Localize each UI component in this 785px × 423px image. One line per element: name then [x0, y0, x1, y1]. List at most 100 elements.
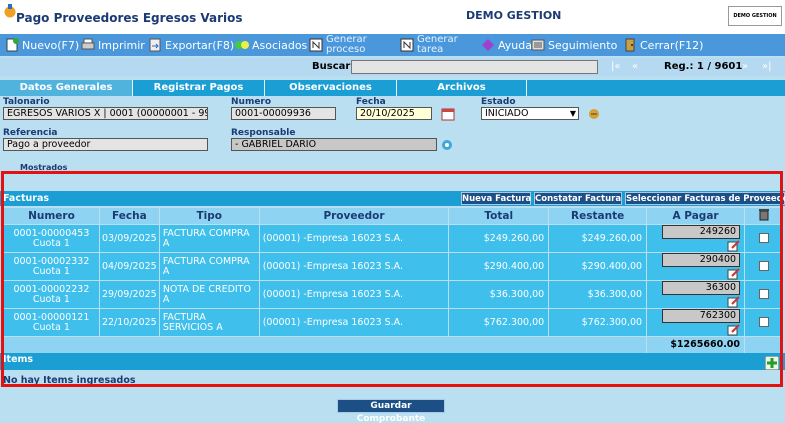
generate-task-button[interactable]: Generar tarea — [399, 34, 458, 56]
title-bar: Pago Proveedores Egresos Varios DEMO GES… — [0, 0, 785, 34]
estado-select[interactable]: INICIADO ▼ — [481, 107, 579, 120]
help-button[interactable]: Ayuda — [480, 34, 532, 56]
proveedor-cell: (00001) -Empresa 16023 S.A. — [258, 252, 450, 281]
prev-record-button[interactable]: « — [632, 61, 638, 72]
table-row[interactable]: 0001-00002232 Cuota 1 29/09/2025 NOTA DE … — [3, 280, 783, 309]
edit-pencil-icon[interactable] — [727, 239, 740, 252]
next-record-button[interactable]: » — [742, 61, 748, 72]
referencia-field[interactable]: Pago a proveedor — [3, 138, 208, 151]
column-header-tipo[interactable]: Tipo — [158, 207, 260, 225]
tipo-line2: A — [162, 265, 170, 277]
row-checkbox[interactable] — [758, 289, 769, 300]
tracking-icon — [531, 39, 545, 51]
window-title: Pago Proveedores Egresos Varios — [16, 11, 243, 25]
select-cell — [744, 224, 783, 253]
search-input[interactable] — [351, 60, 598, 74]
items-header: Items — [0, 353, 785, 370]
tab-archivos[interactable]: Archivos — [397, 80, 527, 96]
trash-icon[interactable] — [758, 208, 770, 221]
a-pagar-input[interactable]: 762300 — [662, 309, 741, 323]
column-header-numero[interactable]: Numero — [3, 207, 100, 225]
close-button[interactable]: Cerrar(F12) — [622, 34, 703, 56]
verify-invoice-button[interactable]: Constatar Factura — [534, 192, 622, 205]
generate-task-line2: tarea — [417, 44, 444, 55]
new-invoice-button[interactable]: Nueva Factura — [461, 192, 531, 205]
new-document-icon — [6, 38, 19, 52]
export-button[interactable]: Exportar(F8) — [147, 34, 234, 56]
column-header-restante[interactable]: Restante — [548, 207, 648, 225]
last-record-button[interactable]: »| — [762, 61, 772, 72]
tipo-cell: NOTA DE CREDITO A — [158, 280, 260, 309]
print-button-label: Imprimir — [98, 38, 145, 52]
add-item-icon[interactable] — [765, 356, 779, 370]
total-row-end — [744, 336, 783, 354]
edit-pencil-icon[interactable] — [727, 323, 740, 336]
tab-observaciones[interactable]: Observaciones — [265, 80, 397, 96]
invoice-cuota: Cuota 1 — [32, 237, 70, 249]
calendar-icon[interactable] — [441, 107, 455, 121]
footer: Guardar Comprobante — [0, 389, 785, 423]
tracking-button[interactable]: Seguimiento — [530, 34, 617, 56]
proveedor-cell: (00001) -Empresa 16023 S.A. — [258, 308, 450, 337]
column-header-a-pagar[interactable]: A Pagar — [646, 207, 746, 225]
edit-pencil-icon[interactable] — [727, 267, 740, 280]
export-button-label: Exportar(F8) — [165, 38, 235, 52]
column-header-proveedor[interactable]: Proveedor — [258, 207, 450, 225]
select-supplier-invoices-button[interactable]: Seleccionar Facturas de Proveedor — [625, 192, 785, 205]
items-list: No hay Items ingresados — [0, 370, 785, 386]
help-button-label: Ayuda — [498, 38, 532, 52]
proveedor-cell: (00001) -Empresa 16023 S.A. — [258, 280, 450, 309]
estado-change-icon[interactable] — [587, 107, 601, 121]
first-record-button[interactable]: |« — [611, 61, 621, 72]
printer-icon — [81, 38, 95, 50]
column-header-total[interactable]: Total — [448, 207, 550, 225]
tipo-cell: FACTURA COMPRA A — [158, 224, 260, 253]
responsable-field[interactable]: - GABRIEL DARIO — [231, 138, 437, 151]
a-pagar-cell: 762300 — [646, 308, 746, 337]
save-voucher-button[interactable]: Guardar Comprobante — [337, 399, 445, 423]
edit-pencil-icon[interactable] — [727, 295, 740, 308]
row-checkbox[interactable] — [758, 233, 769, 244]
tab-datos-generales[interactable]: Datos Generales — [0, 80, 133, 96]
associated-button[interactable]: Asociados — [234, 34, 307, 56]
responsable-label: Responsable — [231, 128, 296, 138]
talonario-field[interactable]: EGRESOS VARIOS X | 0001 (00000001 - 99 — [3, 107, 208, 120]
chevron-down-icon: ▼ — [569, 109, 576, 118]
facturas-title: Facturas — [3, 193, 50, 204]
print-button[interactable]: Imprimir — [80, 34, 145, 56]
responsable-lookup-icon[interactable] — [440, 138, 454, 152]
row-checkbox[interactable] — [758, 261, 769, 272]
close-door-icon — [625, 38, 635, 52]
restante-cell: $762.300,00 — [548, 308, 648, 337]
generate-process-button[interactable]: Generar proceso — [308, 34, 367, 56]
a-pagar-input[interactable]: 290400 — [662, 253, 741, 267]
a-pagar-cell: 249260 — [646, 224, 746, 253]
a-pagar-input[interactable]: 249260 — [662, 225, 741, 239]
associated-icon — [235, 41, 249, 49]
table-row[interactable]: 0001-00000453 Cuota 1 03/09/2025 FACTURA … — [3, 224, 783, 253]
tab-registrar-pagos[interactable]: Registrar Pagos — [133, 80, 265, 96]
new-button[interactable]: Nuevo(F7) — [4, 34, 79, 56]
table-row[interactable]: 0001-00000121 Cuota 1 22/10/2025 FACTURA S… — [3, 308, 783, 337]
table-row[interactable]: 0001-00002332 Cuota 1 04/09/2025 FACTURA … — [3, 252, 783, 281]
column-header-fecha[interactable]: Fecha — [98, 207, 160, 225]
generate-process-label: Generar proceso — [326, 35, 367, 55]
facturas-header: Facturas Nueva Factura Constatar Factura… — [0, 191, 785, 206]
tipo-line2: A — [162, 237, 170, 249]
company-logo: DEMO GESTION — [728, 6, 782, 26]
numero-field[interactable]: 0001-00009936 — [231, 107, 336, 120]
invoices-table: Numero Fecha Tipo Proveedor Total Restan… — [2, 207, 783, 354]
restante-cell: $290.400,00 — [548, 252, 648, 281]
items-empty-message: No hay Items ingresados — [3, 375, 136, 386]
fecha-field[interactable]: 20/10/2025 — [356, 107, 432, 120]
a-pagar-input[interactable]: 36300 — [662, 281, 741, 295]
row-checkbox[interactable] — [758, 317, 769, 328]
task-icon — [400, 38, 414, 52]
select-cell — [744, 280, 783, 309]
fecha-cell: 04/09/2025 — [98, 252, 160, 281]
total-cell: $762.300,00 — [448, 308, 550, 337]
a-pagar-cell: 290400 — [646, 252, 746, 281]
column-header-delete — [744, 207, 783, 225]
a-pagar-cell: 36300 — [646, 280, 746, 309]
tracking-button-label: Seguimiento — [548, 38, 618, 52]
